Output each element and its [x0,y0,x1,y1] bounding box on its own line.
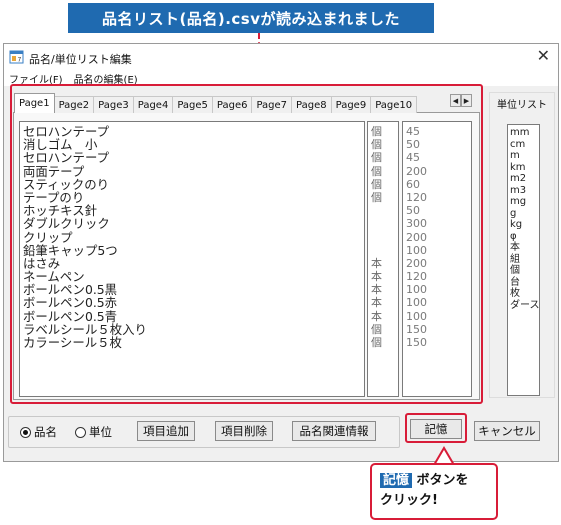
radio-item-name-label: 品名 [34,425,57,439]
radio-item-name-dot[interactable] [20,426,31,438]
unit-list-item[interactable]: φ [510,231,539,243]
unit-list-item[interactable]: m3 [510,185,539,197]
close-icon[interactable]: ✕ [537,47,550,65]
unit-list[interactable]: mm cm m km m2 m3 mg g kg φ 本 組 個 台 枚 ダース [507,124,540,396]
unit-list-item[interactable]: kg [510,219,539,231]
unit-list-item[interactable]: 枚 [510,288,539,300]
unit-list-item[interactable]: m2 [510,173,539,185]
svg-text:7: 7 [18,57,22,64]
annotation-highlight-box [10,84,483,404]
cancel-button[interactable]: キャンセル [474,421,540,441]
unit-list-item[interactable]: ダース [510,300,539,312]
unit-list-item[interactable]: g [510,208,539,220]
unit-list-item[interactable]: 本 [510,242,539,254]
callout-line-1: 記憶 ボタンを [380,471,488,491]
unit-list-item[interactable]: cm [510,139,539,151]
unit-list-item[interactable]: mg [510,196,539,208]
tab-page1[interactable]: Page1 [14,93,55,113]
memory-button[interactable]: 記憶 [410,419,462,439]
radio-item-name[interactable]: 品名 [20,424,57,440]
unit-list-item[interactable]: 組 [510,254,539,266]
window-title: 品名/単位リスト編集 [29,53,132,66]
unit-list-item[interactable]: km [510,162,539,174]
callout-text-1: ボタンを [416,473,469,488]
radio-unit[interactable]: 単位 [75,424,112,440]
banner-text: 品名リスト(品名).csvが読み込まれました [101,9,400,28]
annotation-callout: 記憶 ボタンを クリック! [370,463,498,520]
unit-list-item[interactable]: mm [510,127,539,139]
callout-text-2: クリック! [380,493,438,508]
app-icon: 7 [9,50,24,64]
radio-unit-dot[interactable] [75,426,86,438]
title-bar: 7 品名/単位リスト編集 ✕ [4,44,558,70]
annotation-banner: 品名リスト(品名).csvが読み込まれました [68,3,434,33]
unit-list-title: 単位リスト [497,100,547,111]
unit-list-item[interactable]: 個 [510,265,539,277]
radio-unit-label: 単位 [89,425,112,439]
unit-list-item[interactable]: m [510,150,539,162]
callout-tag: 記憶 [380,473,413,488]
add-item-button[interactable]: 項目追加 [137,421,195,441]
delete-item-button[interactable]: 項目削除 [215,421,273,441]
item-related-info-button[interactable]: 品名関連情報 [292,421,376,441]
unit-list-item[interactable]: 台 [510,277,539,289]
